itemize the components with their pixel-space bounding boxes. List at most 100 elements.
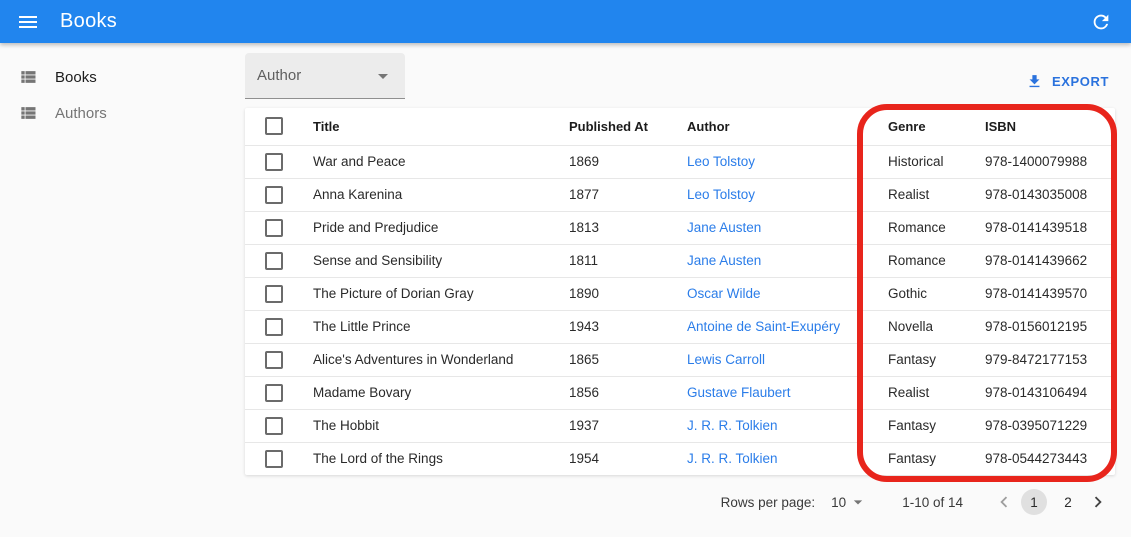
cell-genre: Realist [888, 376, 985, 409]
column-header-isbn[interactable]: ISBN [985, 108, 1115, 145]
table-row[interactable]: War and Peace 1869 Leo Tolstoy Historica… [245, 145, 1115, 178]
next-page-button[interactable] [1085, 489, 1111, 515]
author-link[interactable]: Antoine de Saint-Exupéry [687, 319, 840, 334]
sidebar-item-label: Authors [55, 105, 107, 122]
cell-isbn: 978-0395071229 [985, 409, 1115, 442]
column-header-published-at[interactable]: Published At [569, 108, 687, 145]
cell-isbn: 978-0141439662 [985, 244, 1115, 277]
cell-published-at: 1811 [569, 244, 687, 277]
author-link[interactable]: Gustave Flaubert [687, 385, 791, 400]
table-row[interactable]: Madame Bovary 1856 Gustave Flaubert Real… [245, 376, 1115, 409]
author-link[interactable]: J. R. R. Tolkien [687, 451, 778, 466]
hamburger-menu-icon[interactable] [14, 8, 42, 36]
cell-isbn: 978-0141439518 [985, 211, 1115, 244]
rows-per-page-select[interactable]: 10 [831, 492, 868, 512]
cell-title: War and Peace [301, 145, 569, 178]
pagination-range: 1-10 of 14 [902, 495, 963, 510]
cell-genre: Fantasy [888, 343, 985, 376]
table-row[interactable]: The Picture of Dorian Gray 1890 Oscar Wi… [245, 277, 1115, 310]
sidebar: Books Authors [0, 43, 245, 523]
column-header-author[interactable]: Author [687, 108, 888, 145]
cell-genre: Fantasy [888, 442, 985, 475]
row-checkbox[interactable] [265, 153, 283, 171]
select-all-checkbox[interactable] [265, 117, 283, 135]
cell-title: The Picture of Dorian Gray [301, 277, 569, 310]
cell-published-at: 1937 [569, 409, 687, 442]
table-body: War and Peace 1869 Leo Tolstoy Historica… [245, 145, 1115, 475]
row-checkbox[interactable] [265, 252, 283, 270]
cell-isbn: 978-0141439570 [985, 277, 1115, 310]
table-row[interactable]: The Little Prince 1943 Antoine de Saint-… [245, 310, 1115, 343]
cell-isbn: 979-8472177153 [985, 343, 1115, 376]
table-row[interactable]: Sense and Sensibility 1811 Jane Austen R… [245, 244, 1115, 277]
cell-published-at: 1890 [569, 277, 687, 310]
sidebar-item-books[interactable]: Books [0, 59, 245, 95]
table-row[interactable]: Alice's Adventures in Wonderland 1865 Le… [245, 343, 1115, 376]
row-checkbox[interactable] [265, 285, 283, 303]
row-checkbox[interactable] [265, 186, 283, 204]
chevron-right-icon [1087, 491, 1109, 513]
cell-published-at: 1813 [569, 211, 687, 244]
author-link[interactable]: Jane Austen [687, 253, 761, 268]
prev-page-button[interactable] [991, 489, 1017, 515]
column-header-genre[interactable]: Genre [888, 108, 985, 145]
cell-genre: Realist [888, 178, 985, 211]
cell-published-at: 1943 [569, 310, 687, 343]
page-button-2[interactable]: 2 [1055, 489, 1081, 515]
cell-genre: Romance [888, 211, 985, 244]
cell-title: Anna Karenina [301, 178, 569, 211]
table-row[interactable]: The Lord of the Rings 1954 J. R. R. Tolk… [245, 442, 1115, 475]
row-checkbox[interactable] [265, 417, 283, 435]
books-table: Title Published At Author Genre ISBN War… [245, 108, 1115, 475]
cell-published-at: 1865 [569, 343, 687, 376]
rows-per-page-label: Rows per page: [721, 495, 816, 510]
books-table-card: Title Published At Author Genre ISBN War… [245, 108, 1115, 475]
table-row[interactable]: Pride and Predjudice 1813 Jane Austen Ro… [245, 211, 1115, 244]
cell-published-at: 1856 [569, 376, 687, 409]
table-header-row: Title Published At Author Genre ISBN [245, 108, 1115, 145]
cell-published-at: 1869 [569, 145, 687, 178]
row-checkbox[interactable] [265, 450, 283, 468]
chevron-left-icon [993, 491, 1015, 513]
page-title: Books [60, 10, 117, 33]
app-bar: Books [0, 0, 1131, 43]
table-row[interactable]: Anna Karenina 1877 Leo Tolstoy Realist 9… [245, 178, 1115, 211]
author-filter-label: Author [257, 67, 371, 84]
main-content: Author EXPORT Title [245, 43, 1131, 523]
cell-isbn: 978-0544273443 [985, 442, 1115, 475]
row-checkbox[interactable] [265, 219, 283, 237]
rows-per-page-value: 10 [831, 495, 846, 510]
table-row[interactable]: The Hobbit 1937 J. R. R. Tolkien Fantasy… [245, 409, 1115, 442]
cell-genre: Gothic [888, 277, 985, 310]
author-link[interactable]: Jane Austen [687, 220, 761, 235]
chevron-down-icon [848, 492, 868, 512]
sidebar-item-authors[interactable]: Authors [0, 95, 245, 131]
cell-title: The Lord of the Rings [301, 442, 569, 475]
export-button-label: EXPORT [1052, 74, 1109, 89]
row-checkbox[interactable] [265, 384, 283, 402]
author-link[interactable]: Leo Tolstoy [687, 187, 755, 202]
page-button-1[interactable]: 1 [1021, 489, 1047, 515]
row-checkbox[interactable] [265, 318, 283, 336]
cell-title: Madame Bovary [301, 376, 569, 409]
refresh-icon[interactable] [1087, 8, 1115, 36]
author-filter-select[interactable]: Author [245, 53, 405, 99]
author-link[interactable]: J. R. R. Tolkien [687, 418, 778, 433]
list-icon [18, 67, 38, 87]
list-toolbar: Author EXPORT [245, 53, 1115, 99]
cell-genre: Fantasy [888, 409, 985, 442]
author-link[interactable]: Lewis Carroll [687, 352, 765, 367]
column-header-title[interactable]: Title [301, 108, 569, 145]
author-link[interactable]: Oscar Wilde [687, 286, 761, 301]
cell-title: Sense and Sensibility [301, 244, 569, 277]
cell-title: Alice's Adventures in Wonderland [301, 343, 569, 376]
cell-isbn: 978-1400079988 [985, 145, 1115, 178]
row-checkbox[interactable] [265, 351, 283, 369]
list-icon [18, 103, 38, 123]
export-button[interactable]: EXPORT [1020, 69, 1115, 94]
author-link[interactable]: Leo Tolstoy [687, 154, 755, 169]
cell-title: Pride and Predjudice [301, 211, 569, 244]
cell-isbn: 978-0143035008 [985, 178, 1115, 211]
cell-title: The Little Prince [301, 310, 569, 343]
chevron-down-icon [371, 64, 395, 88]
